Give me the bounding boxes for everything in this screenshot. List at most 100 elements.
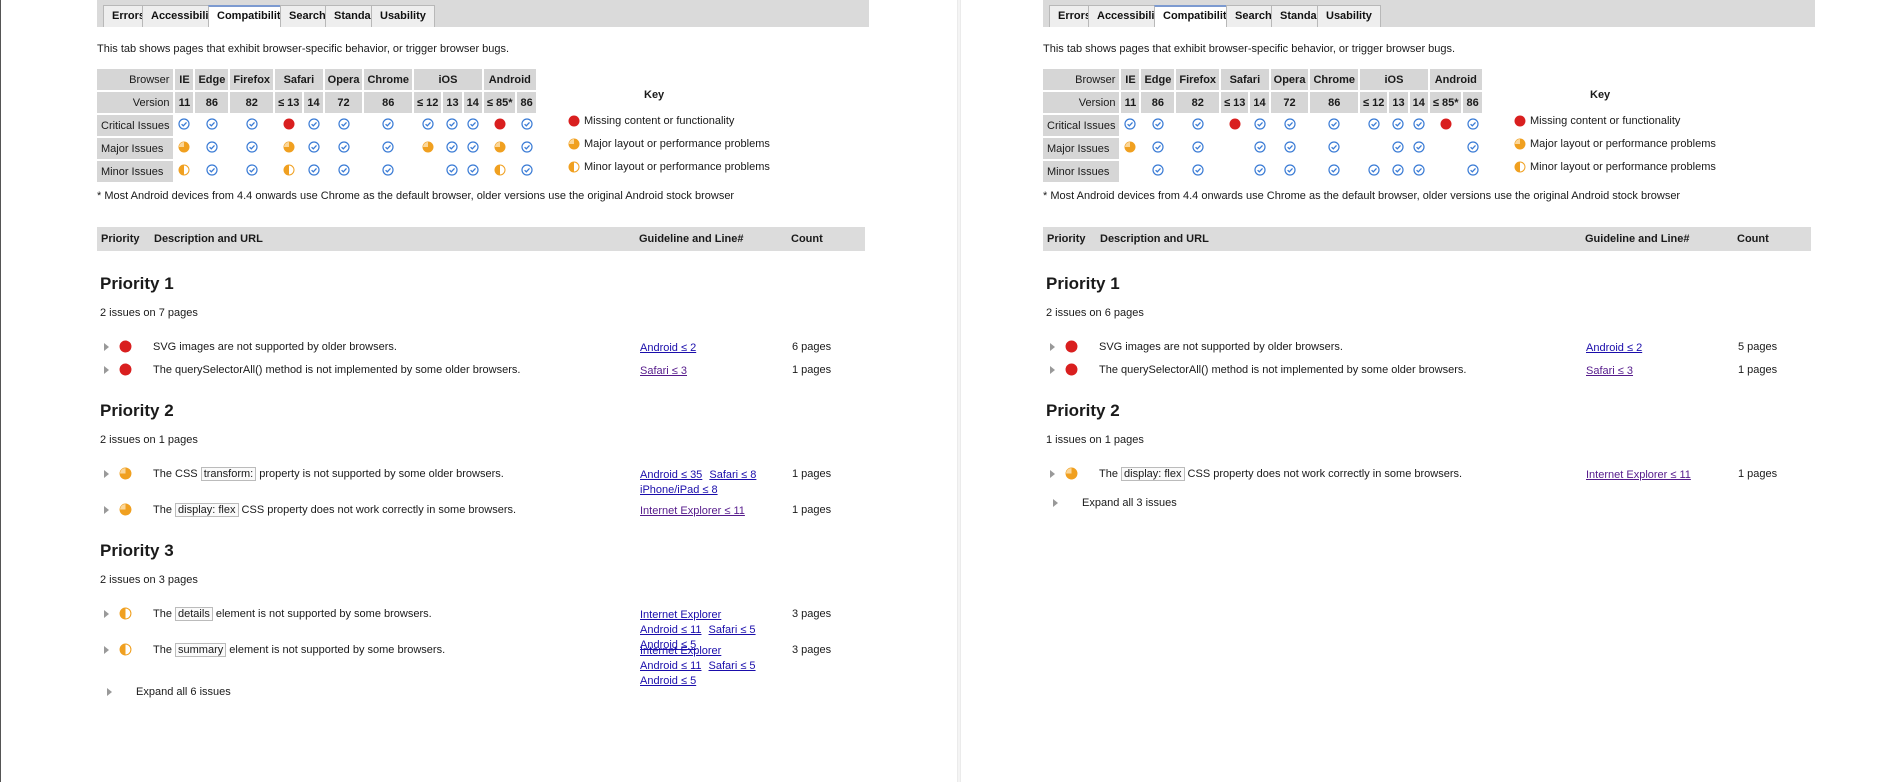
matrix-cell xyxy=(1389,115,1408,136)
guideline-link[interactable]: Internet Explorer ≤ 11 xyxy=(640,505,745,517)
key-title: Key xyxy=(1590,89,1611,101)
severity-row-label: Critical Issues xyxy=(97,115,174,136)
browser-version: 86 xyxy=(1141,92,1175,113)
guideline-link[interactable]: Android ≤ 35 xyxy=(640,469,702,481)
expand-all-button[interactable]: Expand all 6 issues xyxy=(100,686,231,698)
expand-triangle-icon[interactable] xyxy=(104,470,109,478)
severity-indicator xyxy=(119,607,132,623)
severity-row-label: Major Issues xyxy=(1043,138,1120,159)
expand-triangle-icon[interactable] xyxy=(107,688,112,697)
issue-row[interactable]: The querySelectorAll() method is not imp… xyxy=(1046,363,1806,381)
issue-row[interactable]: SVG images are not supported by older br… xyxy=(1046,340,1806,358)
guideline-link[interactable]: Android ≤ 11 xyxy=(640,660,701,672)
guideline-link[interactable]: Android ≤ 11 xyxy=(640,624,701,636)
matrix-cell xyxy=(463,161,482,182)
compatibility-matrix: Browser IE Edge Firefox Safari Opera Chrome iOS… xyxy=(95,67,538,184)
results-table-header: Priority Description and URL Guideline and… xyxy=(97,227,865,251)
check-circle-icon xyxy=(1368,164,1380,176)
check-circle-icon xyxy=(246,164,258,176)
check-circle-icon xyxy=(1152,118,1164,130)
results-table-header: Priority Description and URL Guideline and… xyxy=(1043,227,1811,251)
guideline-link[interactable]: Safari ≤ 5 xyxy=(709,660,756,672)
matrix-cell xyxy=(195,161,229,182)
matrix-cell xyxy=(1121,161,1140,182)
priority-heading: Priority 2 xyxy=(100,401,174,420)
guideline-link[interactable]: Safari ≤ 3 xyxy=(640,365,687,377)
browser-version: 14 xyxy=(463,92,482,113)
matrix-cell xyxy=(483,161,516,182)
check-circle-icon xyxy=(178,118,191,130)
key-item: Missing content or functionality xyxy=(1514,115,1680,127)
expand-triangle-icon[interactable] xyxy=(104,610,109,618)
expand-triangle-icon[interactable] xyxy=(1053,499,1058,508)
severity-indicator xyxy=(119,340,132,356)
guideline-link[interactable]: Android ≤ 5 xyxy=(640,675,696,687)
guideline-link[interactable]: Safari ≤ 5 xyxy=(709,624,756,636)
check-circle-icon xyxy=(1392,141,1405,153)
issue-row[interactable]: The summary element is not supported by … xyxy=(100,643,860,687)
browser-firefox: Firefox xyxy=(230,69,274,90)
check-circle-icon xyxy=(246,141,258,153)
guideline-link[interactable]: Android ≤ 2 xyxy=(640,342,696,354)
guideline-link[interactable]: Safari ≤ 3 xyxy=(1586,365,1633,377)
matrix-cell xyxy=(517,138,536,159)
severity-indicator xyxy=(119,363,132,379)
expand-triangle-icon[interactable] xyxy=(104,646,109,654)
issue-row[interactable]: The display: flex CSS property does not … xyxy=(100,503,860,521)
code-token: summary xyxy=(175,643,227,657)
issue-count: 3 pages xyxy=(792,608,832,620)
browser-version: ≤ 12 xyxy=(414,92,442,113)
tab-usability[interactable]: Usability xyxy=(371,5,435,27)
severity-indicator xyxy=(119,467,132,483)
tab-usability[interactable]: Usability xyxy=(1317,5,1381,27)
browser-firefox: Firefox xyxy=(1176,69,1220,90)
key-item-label: Missing content or functionality xyxy=(1530,115,1681,127)
browser-ie: IE xyxy=(1121,69,1140,90)
browser-opera: Opera xyxy=(324,69,363,90)
half-pie-icon xyxy=(568,161,580,173)
guideline-link[interactable]: iPhone/iPad ≤ 8 xyxy=(640,484,718,496)
browser-version: 14 xyxy=(1409,92,1428,113)
expand-all-label[interactable]: Expand all 6 issues xyxy=(136,686,231,698)
issue-row[interactable]: The details element is not supported by … xyxy=(100,607,860,651)
matrix-cell xyxy=(364,115,413,136)
issue-row[interactable]: The display: flex CSS property does not … xyxy=(1046,467,1806,485)
description-text: element is not supported by some browser… xyxy=(212,608,432,620)
guideline-link[interactable]: Internet Explorer xyxy=(640,609,721,621)
matrix-cell xyxy=(414,138,442,159)
half-pie-icon xyxy=(494,164,506,176)
browser-safari: Safari xyxy=(275,69,323,90)
matrix-cell xyxy=(1389,138,1408,159)
expand-triangle-icon[interactable] xyxy=(1050,470,1055,478)
browser-edge: Edge xyxy=(1141,69,1175,90)
guideline-link[interactable]: Safari ≤ 8 xyxy=(709,469,756,481)
issue-row[interactable]: SVG images are not supported by older br… xyxy=(100,340,860,358)
expand-triangle-icon[interactable] xyxy=(104,343,109,351)
check-circle-icon xyxy=(520,141,533,153)
issue-description: The summary element is not supported by … xyxy=(153,643,445,657)
expand-triangle-icon[interactable] xyxy=(104,366,109,374)
expand-all-label[interactable]: Expand all 3 issues xyxy=(1082,497,1177,509)
browser-version: ≤ 13 xyxy=(275,92,303,113)
expand-all-button[interactable]: Expand all 3 issues xyxy=(1046,497,1177,509)
issue-row[interactable]: The querySelectorAll() method is not imp… xyxy=(100,363,860,381)
expand-triangle-icon[interactable] xyxy=(104,506,109,514)
guideline-link[interactable]: Internet Explorer xyxy=(640,645,721,657)
matrix-cell xyxy=(1221,115,1249,136)
issue-row[interactable]: The CSS transform: property is not suppo… xyxy=(100,467,860,496)
matrix-cell xyxy=(463,115,482,136)
matrix-cell xyxy=(1176,115,1220,136)
matrix-cell xyxy=(1310,161,1359,182)
matrix-cell xyxy=(275,161,303,182)
red-dot-icon xyxy=(1440,118,1452,130)
expand-triangle-icon[interactable] xyxy=(1050,343,1055,351)
guideline-link[interactable]: Internet Explorer ≤ 11 xyxy=(1586,469,1691,481)
guideline-link[interactable]: Android ≤ 2 xyxy=(1586,342,1642,354)
key-item: Minor layout or performance problems xyxy=(1514,161,1716,173)
expand-triangle-icon[interactable] xyxy=(1050,366,1055,374)
red-dot-icon xyxy=(1514,115,1526,127)
check-circle-icon xyxy=(1413,164,1425,176)
check-circle-icon xyxy=(467,141,479,153)
check-circle-icon xyxy=(1392,118,1405,130)
matrix-cell xyxy=(230,115,274,136)
